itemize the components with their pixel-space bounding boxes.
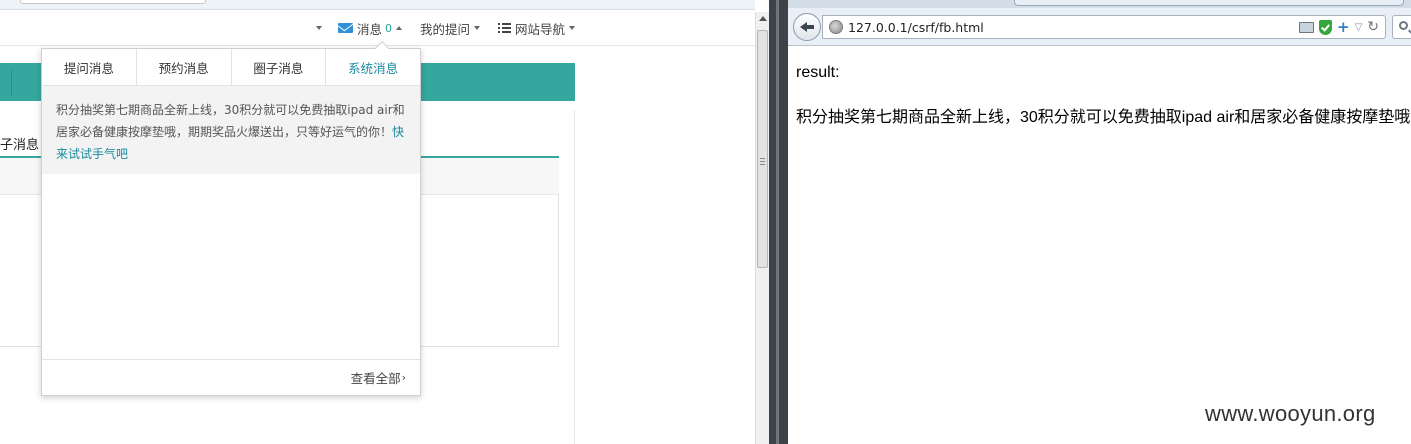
site-nav-menu[interactable]: 网站导航: [498, 10, 576, 46]
scrollbar-thumb[interactable]: [757, 30, 768, 268]
search-box[interactable]: [1392, 15, 1411, 39]
back-arrow-icon: [800, 21, 814, 33]
tab-messages-fragment[interactable]: 子消息: [0, 134, 39, 153]
chevron-right-icon: ›: [401, 371, 406, 384]
window-splitter[interactable]: [769, 0, 788, 444]
scroll-up-icon[interactable]: [759, 16, 767, 21]
my-questions-label: 我的提问: [420, 21, 471, 37]
address-bar-tools: + ▽ ↻: [1298, 19, 1385, 35]
watermark: www.wooyun.org: [1205, 401, 1376, 426]
tab-circle-messages[interactable]: 圈子消息: [232, 49, 327, 85]
left-top-input[interactable]: [20, 0, 206, 4]
dropdown-footer: 查看全部 ›: [42, 359, 420, 395]
chevron-down-icon: [569, 26, 576, 30]
tab-strip: [788, 0, 1411, 8]
chevron-down-icon: [316, 26, 322, 30]
chevron-up-icon: [396, 26, 403, 30]
address-bar[interactable]: 127.0.0.1/csrf/fb.html + ▽ ↻: [822, 15, 1386, 39]
tab-system-messages[interactable]: 系统消息: [326, 49, 420, 85]
result-label: result:: [796, 64, 840, 81]
messages-dropdown: 提问消息 预约消息 圈子消息 系统消息 积分抽奖第七期商品全新上线，30积分就可…: [41, 40, 421, 396]
scroll-grip-icon: [760, 158, 765, 165]
navigation-toolbar: 127.0.0.1/csrf/fb.html + ▽ ↻: [788, 8, 1411, 46]
envelope-icon: [338, 23, 353, 33]
teal-band-divider: [0, 69, 12, 95]
globe-icon: [829, 20, 843, 34]
messages-menu[interactable]: 消息 0: [338, 10, 403, 46]
tab-question-messages[interactable]: 提问消息: [42, 49, 137, 85]
site-nav-label: 网站导航: [515, 21, 566, 37]
view-all-link[interactable]: 查看全部: [351, 368, 401, 387]
page-content: result: 积分抽奖第七期商品全新上线，30积分就可以免费抽取ipad ai…: [788, 47, 1411, 444]
url-text: 127.0.0.1/csrf/fb.html: [848, 19, 984, 35]
result-text: 积分抽奖第七期商品全新上线，30积分就可以免费抽取ipad air和居家必备健康…: [796, 109, 1411, 126]
my-questions-menu[interactable]: 我的提问: [420, 10, 481, 46]
search-icon: [1399, 21, 1408, 30]
user-menu-toggle[interactable]: [312, 10, 322, 46]
dropdown-tabs: 提问消息 预约消息 圈子消息 系统消息: [42, 49, 420, 86]
right-browser-pane: 127.0.0.1/csrf/fb.html + ▽ ↻ result: 积分抽…: [788, 0, 1411, 444]
messages-count: 0: [385, 21, 393, 35]
tab-appointment-messages[interactable]: 预约消息: [137, 49, 232, 85]
messages-label: 消息: [357, 21, 383, 37]
system-message-text: 积分抽奖第七期商品全新上线，30积分就可以免费抽取ipad air和居家必备健康…: [56, 103, 405, 139]
left-vertical-scrollbar[interactable]: [755, 12, 769, 444]
plus-icon[interactable]: +: [1337, 19, 1350, 35]
back-button[interactable]: [793, 13, 821, 41]
system-message-item[interactable]: 积分抽奖第七期商品全新上线，30积分就可以免费抽取ipad air和居家必备健康…: [42, 86, 420, 174]
left-browser-pane: 消息 0 我的提问 网站导航 子消息 提问消息 预约消息 圈子消息 系统消息 积…: [0, 0, 755, 444]
shield-icon[interactable]: [1318, 19, 1332, 35]
reload-icon[interactable]: ↻: [1367, 19, 1379, 35]
monitor-icon[interactable]: [1298, 21, 1314, 33]
splitter-handle: [776, 0, 779, 444]
chevron-down-icon: [474, 26, 481, 30]
list-icon: [498, 23, 511, 33]
browser-tab[interactable]: [1014, 0, 1404, 6]
dropmarker-icon[interactable]: ▽: [1355, 22, 1363, 33]
site-header: 消息 0 我的提问 网站导航: [0, 10, 755, 46]
